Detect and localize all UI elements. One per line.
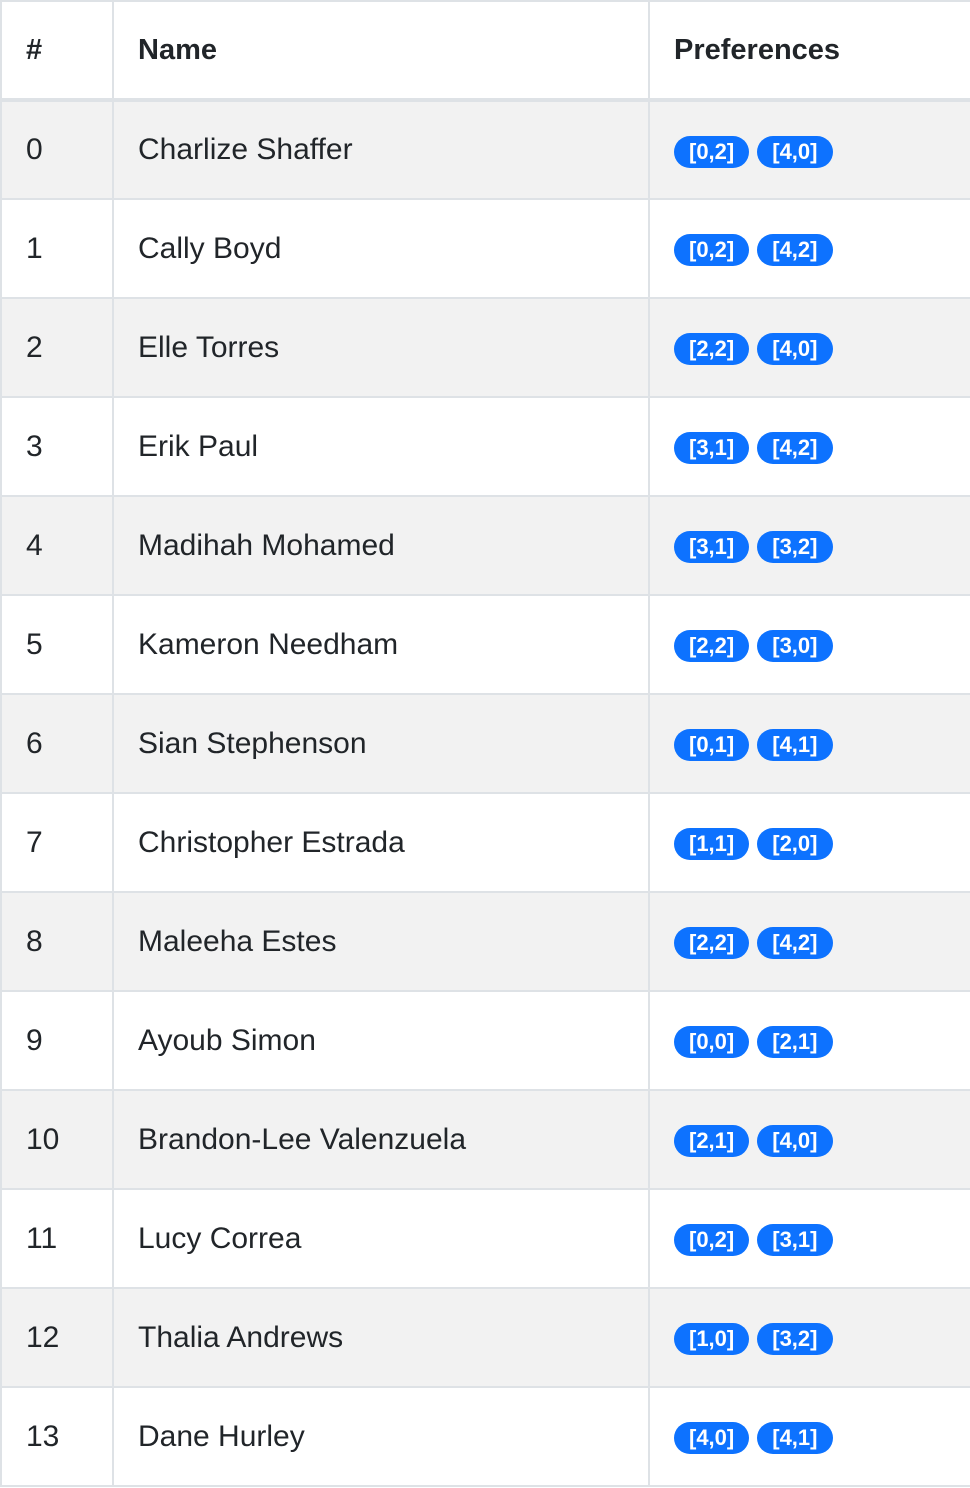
row-index: 7 <box>0 792 114 893</box>
row-index: 9 <box>0 990 114 1091</box>
preference-badge: [4,0] <box>757 1125 833 1157</box>
table-row: 5 Kameron Needham [2,2] [3,0] <box>0 594 970 695</box>
row-preferences: [2,2] [4,2] <box>648 891 970 992</box>
table-row: 8 Maleeha Estes [2,2] [4,2] <box>0 891 970 992</box>
row-index: 10 <box>0 1089 114 1190</box>
preference-badge: [3,1] <box>674 432 750 464</box>
preference-badge: [0,0] <box>674 1026 750 1058</box>
row-name: Madihah Mohamed <box>112 495 650 596</box>
row-name: Brandon-Lee Valenzuela <box>112 1089 650 1190</box>
preference-badge: [0,2] <box>674 1224 750 1256</box>
row-index: 5 <box>0 594 114 695</box>
row-name: Lucy Correa <box>112 1188 650 1289</box>
row-name: Cally Boyd <box>112 198 650 299</box>
row-index: 13 <box>0 1386 114 1487</box>
preference-badge: [2,2] <box>674 630 750 662</box>
preference-badge: [2,2] <box>674 927 750 959</box>
table-row: 9 Ayoub Simon [0,0] [2,1] <box>0 990 970 1091</box>
table-row: 6 Sian Stephenson [0,1] [4,1] <box>0 693 970 794</box>
preference-badge: [2,2] <box>674 333 750 365</box>
preference-badge: [4,2] <box>757 927 833 959</box>
row-index: 8 <box>0 891 114 992</box>
row-preferences: [0,0] [2,1] <box>648 990 970 1091</box>
header-row: # Name Preferences <box>0 0 970 102</box>
row-name: Christopher Estrada <box>112 792 650 893</box>
table-row: 10 Brandon-Lee Valenzuela [2,1] [4,0] <box>0 1089 970 1190</box>
preference-badge: [3,1] <box>674 531 750 563</box>
table-row: 0 Charlize Shaffer [0,2] [4,0] <box>0 99 970 200</box>
row-preferences: [0,2] [4,0] <box>648 99 970 200</box>
table-row: 13 Dane Hurley [4,0] [4,1] <box>0 1386 970 1487</box>
table-row: 4 Madihah Mohamed [3,1] [3,2] <box>0 495 970 596</box>
preference-badge: [1,0] <box>674 1323 750 1355</box>
preference-badge: [4,0] <box>757 333 833 365</box>
row-preferences: [0,1] [4,1] <box>648 693 970 794</box>
row-index: 3 <box>0 396 114 497</box>
row-name: Erik Paul <box>112 396 650 497</box>
table-row: 2 Elle Torres [2,2] [4,0] <box>0 297 970 398</box>
preference-badge: [4,0] <box>757 135 833 168</box>
preference-badge: [1,1] <box>674 828 750 860</box>
row-preferences: [2,2] [3,0] <box>648 594 970 695</box>
preference-badge: [0,2] <box>674 135 750 168</box>
table-row: 1 Cally Boyd [0,2] [4,2] <box>0 198 970 299</box>
row-name: Kameron Needham <box>112 594 650 695</box>
row-preferences: [3,1] [3,2] <box>648 495 970 596</box>
row-preferences: [2,1] [4,0] <box>648 1089 970 1190</box>
table-row: 7 Christopher Estrada [1,1] [2,0] <box>0 792 970 893</box>
preference-badge: [2,0] <box>757 828 833 860</box>
preference-badge: [3,1] <box>757 1224 833 1256</box>
row-preferences: [1,0] [3,2] <box>648 1287 970 1388</box>
row-preferences: [4,0] [4,1] <box>648 1386 970 1487</box>
table-row: 11 Lucy Correa [0,2] [3,1] <box>0 1188 970 1289</box>
preferences-table: # Name Preferences 0 Charlize Shaffer [0,2… <box>0 0 970 1487</box>
row-index: 12 <box>0 1287 114 1388</box>
table-header: # Name Preferences <box>0 0 970 102</box>
table-row: 12 Thalia Andrews [1,0] [3,2] <box>0 1287 970 1388</box>
row-name: Charlize Shaffer <box>112 99 650 200</box>
row-preferences: [2,2] [4,0] <box>648 297 970 398</box>
row-name: Maleeha Estes <box>112 891 650 992</box>
row-preferences: [0,2] [4,2] <box>648 198 970 299</box>
row-index: 2 <box>0 297 114 398</box>
preference-badge: [4,1] <box>757 1422 833 1454</box>
row-preferences: [3,1] [4,2] <box>648 396 970 497</box>
header-preferences: Preferences <box>648 0 970 102</box>
row-name: Thalia Andrews <box>112 1287 650 1388</box>
header-name: Name <box>112 0 650 102</box>
header-index: # <box>0 0 114 102</box>
row-name: Elle Torres <box>112 297 650 398</box>
preference-badge: [0,1] <box>674 729 750 761</box>
row-index: 4 <box>0 495 114 596</box>
table-body: 0 Charlize Shaffer [0,2] [4,0] 1 Cally Boyd [0… <box>0 99 970 1487</box>
preference-badge: [2,1] <box>757 1026 833 1058</box>
preference-badge: [3,0] <box>757 630 833 662</box>
preference-badge: [4,2] <box>757 432 833 464</box>
preference-badge: [4,0] <box>674 1422 750 1454</box>
table-row: 3 Erik Paul [3,1] [4,2] <box>0 396 970 497</box>
row-name: Sian Stephenson <box>112 693 650 794</box>
preference-badge: [4,2] <box>757 234 833 266</box>
preference-badge: [4,1] <box>757 729 833 761</box>
row-index: 6 <box>0 693 114 794</box>
preference-badge: [0,2] <box>674 234 750 266</box>
row-preferences: [0,2] [3,1] <box>648 1188 970 1289</box>
row-index: 1 <box>0 198 114 299</box>
row-index: 11 <box>0 1188 114 1289</box>
preference-badge: [2,1] <box>674 1125 750 1157</box>
row-name: Dane Hurley <box>112 1386 650 1487</box>
row-preferences: [1,1] [2,0] <box>648 792 970 893</box>
preference-badge: [3,2] <box>757 1323 833 1355</box>
preference-badge: [3,2] <box>757 531 833 563</box>
row-name: Ayoub Simon <box>112 990 650 1091</box>
row-index: 0 <box>0 99 114 200</box>
